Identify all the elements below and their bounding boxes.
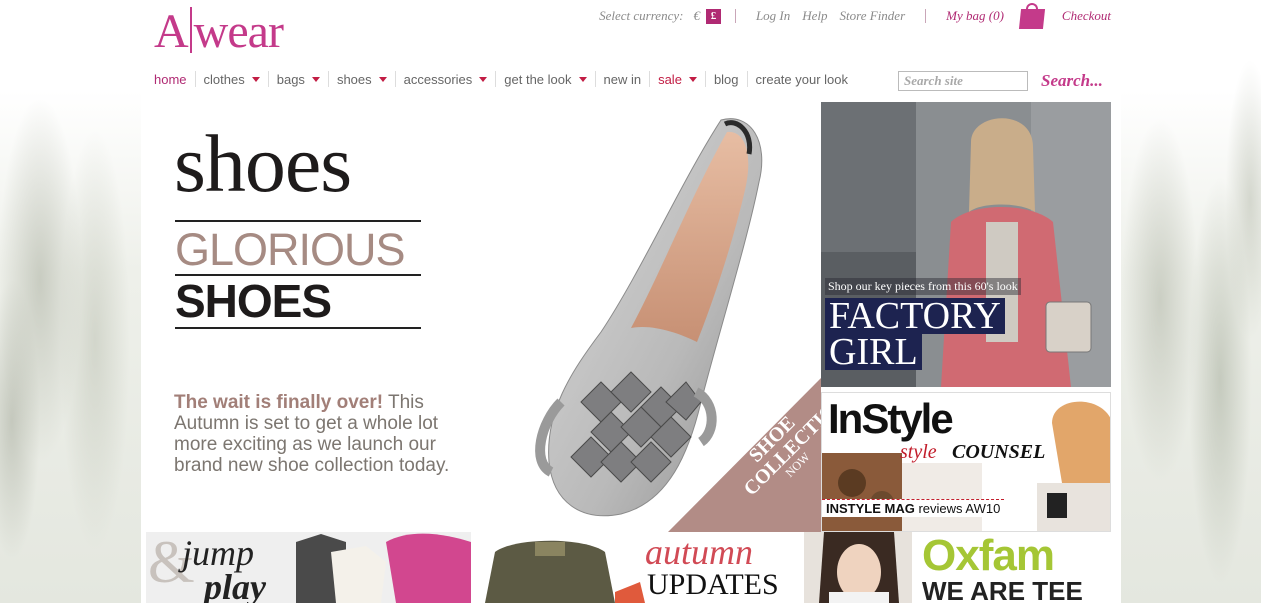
instyle-title: InStyle xyxy=(828,395,954,442)
chevron-down-icon xyxy=(251,77,260,82)
nav-label: create your look xyxy=(755,71,849,87)
chevron-down-icon xyxy=(311,77,320,82)
currency-euro-link[interactable]: € xyxy=(693,8,700,24)
site-logo[interactable]: Awear xyxy=(154,5,284,58)
nav-label: shoes xyxy=(336,71,372,87)
login-link[interactable]: Log In xyxy=(756,8,790,24)
nav-accessories[interactable]: accessories xyxy=(394,71,496,87)
hero-title-bold: SHOES xyxy=(175,275,332,327)
nav-home[interactable]: home xyxy=(154,71,195,87)
checkout-link[interactable]: Checkout xyxy=(1062,8,1111,24)
jump-text: jump xyxy=(182,533,254,573)
factory-girl-promo[interactable]: Shop our key pieces from this 60's look … xyxy=(821,102,1111,387)
nav-label: sale xyxy=(658,71,682,87)
chevron-down-icon xyxy=(479,77,488,82)
page-container: Awear Select currency: € £ Log In Help S… xyxy=(141,0,1121,603)
nav-label: clothes xyxy=(203,71,245,87)
nav-label: get the look xyxy=(504,71,572,87)
utility-bar: Select currency: € £ Log In Help Store F… xyxy=(599,3,1117,29)
instyle-promo[interactable]: InStyle style COUNSEL INSTYLE MAG review… xyxy=(821,392,1111,532)
oxfam-box: Oxfam WE ARE TEE xyxy=(912,532,1110,603)
nav-sale[interactable]: sale xyxy=(649,71,705,87)
factory-girl-title-2: GIRL xyxy=(825,333,922,371)
nav-label: accessories xyxy=(403,71,473,87)
instyle-counsel: COUNSEL xyxy=(952,441,1046,463)
search-button[interactable]: Search... xyxy=(1041,71,1103,91)
chevron-down-icon xyxy=(688,77,697,82)
divider xyxy=(925,9,927,23)
nav-label: new in xyxy=(603,71,642,87)
hero-title: shoes xyxy=(174,118,352,209)
divider xyxy=(175,220,421,222)
updates-title: UPDATES xyxy=(647,568,779,601)
chevron-down-icon xyxy=(378,77,387,82)
nav-label: blog xyxy=(713,71,739,87)
autumn-updates-tile[interactable]: autumn UPDATES xyxy=(475,532,801,603)
oxfam-tile[interactable]: Oxfam WE ARE TEE xyxy=(804,532,1110,603)
logo-letter: A xyxy=(154,5,189,58)
shopping-bag-icon[interactable] xyxy=(1018,3,1046,29)
nav-label: home xyxy=(154,71,187,87)
nav-get-the-look[interactable]: get the look xyxy=(495,71,594,87)
nav-new-in[interactable]: new in xyxy=(594,71,650,87)
help-link[interactable]: Help xyxy=(802,8,827,24)
nav-bags[interactable]: bags xyxy=(267,71,328,87)
search-input[interactable] xyxy=(898,71,1028,91)
chevron-down-icon xyxy=(578,77,587,82)
nav-blog[interactable]: blog xyxy=(704,71,747,87)
my-bag-link[interactable]: My bag (0) xyxy=(946,8,1004,24)
divider xyxy=(175,327,421,329)
we-are-tee-title: WE ARE TEE xyxy=(922,576,1083,603)
nav-label: bags xyxy=(276,71,305,87)
factory-girl-subtitle: Shop our key pieces from this 60's look xyxy=(825,278,1021,295)
instyle-style: style xyxy=(900,441,937,463)
logo-divider xyxy=(189,7,192,53)
oxfam-tile-photo xyxy=(804,532,912,603)
nav-create-your-look[interactable]: create your look xyxy=(746,71,857,87)
nav-shoes[interactable]: shoes xyxy=(327,71,395,87)
autumn-title: autumn xyxy=(645,532,753,572)
jump-text-2: play xyxy=(204,567,266,603)
factory-girl-title: FACTORY xyxy=(825,297,1005,335)
main-nav: home clothes bags shoes accessories get … xyxy=(154,70,856,88)
hero-description: The wait is finally over! This Autumn is… xyxy=(174,392,464,476)
instyle-reviews-rest: reviews AW10 xyxy=(914,501,1001,516)
hero-lead: The wait is finally over! xyxy=(174,392,384,413)
instyle-reviews-bold: INSTYLE MAG xyxy=(826,501,915,516)
currency-label: Select currency: xyxy=(599,8,684,23)
store-finder-link[interactable]: Store Finder xyxy=(840,8,906,24)
hero-subtitle: GLORIOUS xyxy=(175,224,406,275)
divider xyxy=(734,9,736,23)
nav-clothes[interactable]: clothes xyxy=(194,71,268,87)
logo-word: wear xyxy=(193,5,284,58)
currency-pound-button[interactable]: £ xyxy=(705,8,721,24)
oxfam-title: Oxfam xyxy=(922,532,1055,580)
hero-banner[interactable]: shoes GLORIOUS SHOES The wait is finally… xyxy=(141,102,821,532)
jump-and-play-tile[interactable]: & jump play xyxy=(146,532,471,603)
instyle-reviews: INSTYLE MAG reviews AW10 xyxy=(822,499,1005,517)
